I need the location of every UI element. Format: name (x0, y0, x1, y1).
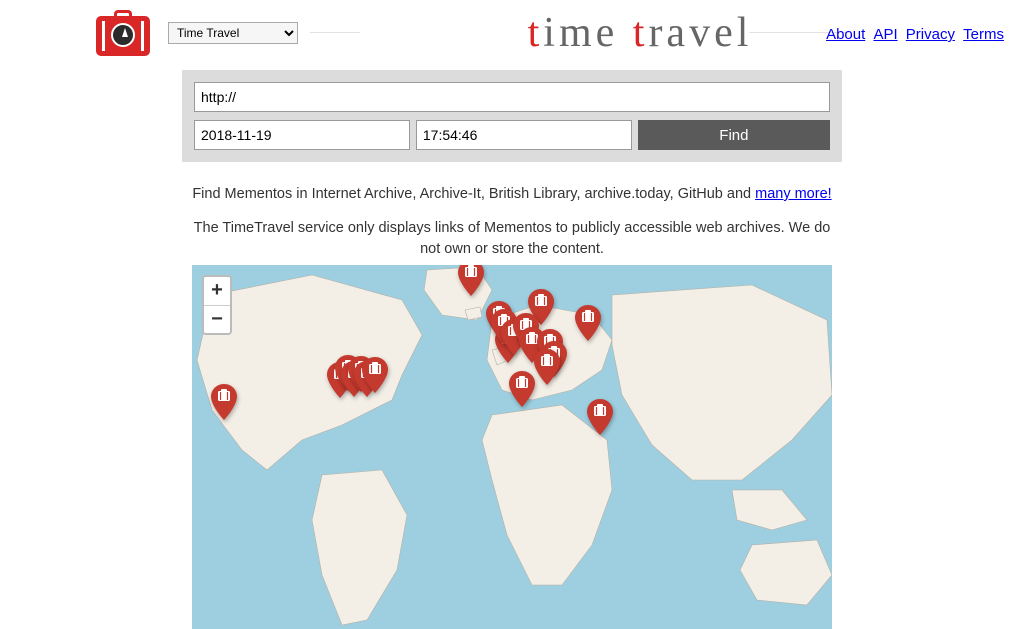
archive-map[interactable]: + − (192, 265, 832, 629)
map-marker[interactable] (458, 265, 484, 296)
nav-link-privacy[interactable]: Privacy (906, 26, 955, 43)
map-marker[interactable] (509, 371, 535, 407)
zoom-control: + − (202, 275, 232, 335)
find-button[interactable]: Find (638, 120, 830, 150)
nav-select[interactable]: Time Travel (168, 22, 298, 44)
zoom-in-button[interactable]: + (204, 277, 230, 305)
search-panel: Find (182, 70, 842, 162)
time-input[interactable] (416, 120, 632, 150)
zoom-out-button[interactable]: − (204, 305, 230, 333)
map-marker[interactable] (211, 384, 237, 420)
blurb-text: Find Mementos in Internet Archive, Archi… (190, 184, 834, 204)
map-marker[interactable] (362, 357, 388, 393)
nav-link-about[interactable]: About (826, 26, 865, 43)
many-more-link[interactable]: many more! (755, 186, 832, 202)
disclaimer-text: The TimeTravel service only displays lin… (188, 218, 836, 259)
map-marker[interactable] (534, 349, 560, 385)
url-input[interactable] (194, 82, 830, 112)
date-input[interactable] (194, 120, 410, 150)
divider (310, 32, 360, 33)
map-marker[interactable] (575, 305, 601, 341)
logo-suitcase (92, 8, 154, 58)
nav-link-api[interactable]: API (873, 26, 897, 43)
map-marker[interactable] (587, 399, 613, 435)
nav-link-terms[interactable]: Terms (963, 26, 1004, 43)
